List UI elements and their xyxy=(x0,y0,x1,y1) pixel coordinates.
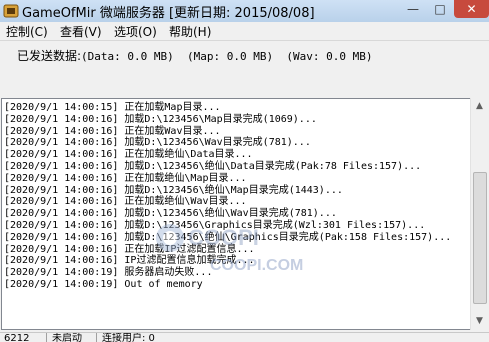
menu-options[interactable]: 选项(O) xyxy=(111,23,160,40)
scroll-thumb[interactable] xyxy=(473,172,487,304)
maximize-button[interactable]: □ xyxy=(427,0,453,18)
log-scrollbar[interactable]: ▲ ▼ xyxy=(470,98,488,330)
app-icon xyxy=(3,4,19,18)
sent-data-status: 已发送数据:(Data: 0.0 MB) (Map: 0.0 MB) (Wav:… xyxy=(17,47,372,64)
sent-data-label: 已发送数据: xyxy=(17,49,82,63)
log-output[interactable]: [2020/9/1 14:00:15] 正在加载Map目录... [2020/9/… xyxy=(1,98,471,330)
menu-view[interactable]: 查看(V) xyxy=(57,23,105,40)
menu-help[interactable]: 帮助(H) xyxy=(166,23,214,40)
menu-control[interactable]: 控制(C) xyxy=(3,23,51,40)
scroll-up-arrow-icon[interactable]: ▲ xyxy=(471,98,488,115)
title-bar[interactable]: GameOfMir 微端服务器 [更新日期: 2015/08/08] — □ ✕ xyxy=(0,0,489,23)
minimize-button[interactable]: — xyxy=(400,0,426,18)
scroll-down-arrow-icon[interactable]: ▼ xyxy=(471,313,488,330)
close-button[interactable]: ✕ xyxy=(454,0,489,18)
window-title: GameOfMir 微端服务器 [更新日期: 2015/08/08] xyxy=(22,6,315,21)
log-line: [2020/9/1 14:00:19] Out of memory xyxy=(4,279,203,290)
menu-bar: 控制(C) 查看(V) 选项(O) 帮助(H) xyxy=(0,22,489,41)
sent-data-values: (Data: 0.0 MB) (Map: 0.0 MB) (Wav: 0.0 M… xyxy=(81,50,373,63)
